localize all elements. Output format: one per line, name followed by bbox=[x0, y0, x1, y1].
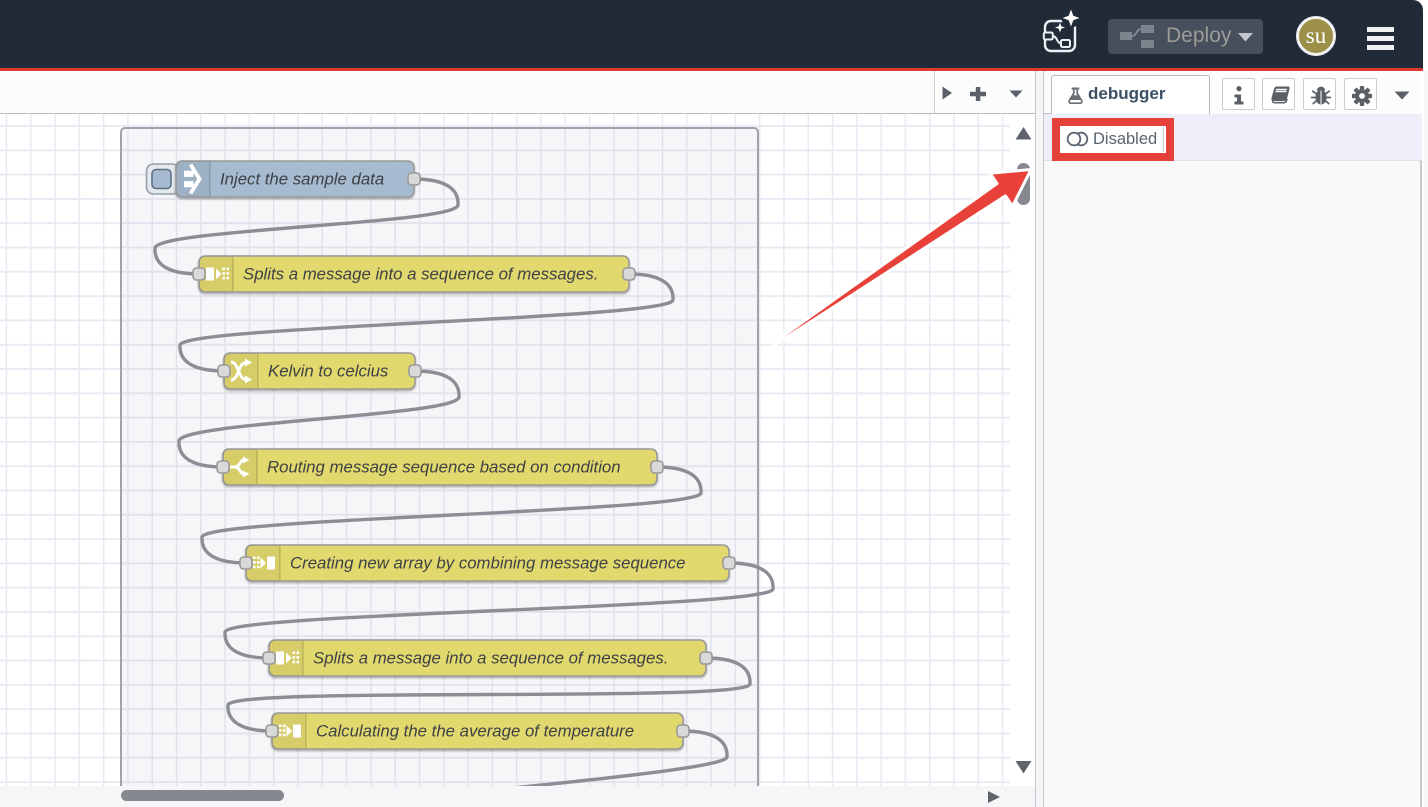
svg-text:Routing message sequence based: Routing message sequence based on condit… bbox=[267, 458, 621, 477]
svg-text:Inject the sample data: Inject the sample data bbox=[220, 170, 384, 189]
svg-text:Splits a message into a sequen: Splits a message into a sequence of mess… bbox=[313, 649, 668, 668]
svg-text:Creating new array by combinin: Creating new array by combining message … bbox=[290, 554, 686, 573]
svg-text:Calculating the the average of: Calculating the the average of temperatu… bbox=[316, 722, 634, 741]
svg-text:Kelvin to celcius: Kelvin to celcius bbox=[268, 362, 389, 381]
svg-text:Splits a message into a sequen: Splits a message into a sequence of mess… bbox=[243, 265, 598, 284]
